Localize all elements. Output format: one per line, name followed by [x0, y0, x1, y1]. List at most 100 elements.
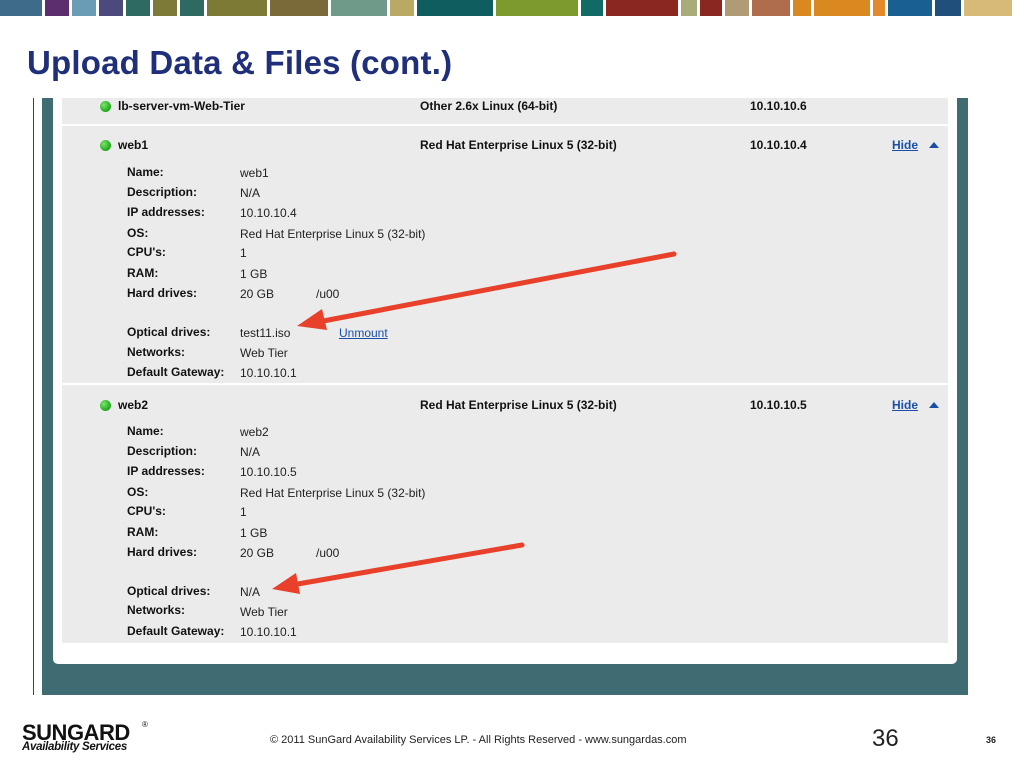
detail-value-ram: 1 GB	[240, 526, 268, 540]
stripe-segment	[390, 0, 414, 16]
stripe-segment	[99, 0, 123, 16]
stripe-segment	[725, 0, 749, 16]
vm-name: web1	[118, 138, 149, 152]
collapse-arrow-icon[interactable]	[929, 402, 939, 408]
status-online-icon	[100, 101, 111, 112]
detail-value-ram: 1 GB	[240, 267, 268, 281]
vm-name: lb-server-vm-Web-Tier	[118, 99, 245, 113]
stripe-segment	[45, 0, 69, 16]
stripe-segment	[873, 0, 885, 16]
detail-value-name: web2	[240, 425, 269, 439]
detail-label-cpu: CPU's:	[127, 245, 166, 259]
page-number: 36	[872, 725, 899, 752]
detail-value-networks: Web Tier	[240, 346, 288, 360]
stripe-segment	[888, 0, 932, 16]
detail-value-ip: 10.10.10.5	[240, 465, 297, 479]
stripe-segment	[964, 0, 1012, 16]
stripe-segment	[752, 0, 790, 16]
status-online-icon	[100, 400, 111, 411]
detail-label-os: OS:	[127, 226, 149, 240]
stripe-segment	[331, 0, 387, 16]
detail-value-optical: test11.iso	[240, 326, 291, 340]
detail-value-description: N/A	[240, 186, 261, 200]
detail-label-gateway: Default Gateway:	[127, 624, 225, 638]
frame-left-border	[33, 98, 34, 695]
detail-value-hd-size: 20 GB	[240, 287, 275, 301]
detail-value-os: Red Hat Enterprise Linux 5 (32-bit)	[240, 227, 426, 241]
detail-label-hard-drives: Hard drives:	[127, 545, 198, 559]
logo-registered-mark: ®	[142, 720, 148, 729]
stripe-segment	[207, 0, 267, 16]
logo-subtitle: Availability Services	[22, 741, 127, 753]
detail-value-name: web1	[240, 166, 269, 180]
hide-details-link[interactable]: Hide	[892, 138, 918, 152]
detail-label-description: Description:	[127, 185, 198, 199]
detail-value-networks: Web Tier	[240, 605, 288, 619]
detail-label-name: Name:	[127, 165, 164, 179]
detail-value-hd-mount: /u00	[316, 546, 340, 560]
slide-title: Upload Data & Files (cont.)	[27, 44, 453, 81]
vm-name: web2	[118, 398, 149, 412]
vm-ip: 10.10.10.4	[750, 138, 807, 152]
vm-ip: 10.10.10.6	[750, 99, 807, 113]
stripe-segment	[126, 0, 150, 16]
stripe-segment	[814, 0, 870, 16]
page-number-small: 36	[986, 735, 997, 745]
stripe-segment	[581, 0, 603, 16]
detail-value-description: N/A	[240, 445, 261, 459]
detail-label-networks: Networks:	[127, 345, 186, 359]
stripe-segment	[180, 0, 204, 16]
detail-value-ip: 10.10.10.4	[240, 206, 297, 220]
row-divider	[62, 383, 948, 385]
detail-label-networks: Networks:	[127, 603, 186, 617]
status-online-icon	[100, 140, 111, 151]
stripe-segment	[606, 0, 678, 16]
vm-list: lb-server-vm-Web-Tier Other 2.6x Linux (…	[62, 98, 948, 643]
detail-label-description: Description:	[127, 444, 198, 458]
copyright-text: © 2011 SunGard Availability Services LP.…	[270, 734, 687, 746]
detail-value-cpu: 1	[240, 246, 247, 260]
detail-value-gateway: 10.10.10.1	[240, 366, 297, 380]
stripe-segment	[935, 0, 961, 16]
detail-value-optical: N/A	[240, 585, 261, 599]
detail-label-gateway: Default Gateway:	[127, 365, 225, 379]
stripe-segment	[700, 0, 722, 16]
detail-label-cpu: CPU's:	[127, 504, 166, 518]
stripe-segment	[153, 0, 177, 16]
color-stripe	[0, 0, 1024, 16]
stripe-segment	[270, 0, 328, 16]
detail-label-optical: Optical drives:	[127, 584, 211, 598]
hide-details-link[interactable]: Hide	[892, 398, 918, 412]
detail-label-name: Name:	[127, 424, 164, 438]
detail-label-ip: IP addresses:	[127, 205, 205, 219]
detail-value-os: Red Hat Enterprise Linux 5 (32-bit)	[240, 486, 426, 500]
vm-list-panel: lb-server-vm-Web-Tier Other 2.6x Linux (…	[53, 98, 957, 664]
detail-value-hd-size: 20 GB	[240, 546, 275, 560]
sungard-logo: SUNGARD ® Availability Services	[22, 720, 152, 756]
unmount-link[interactable]: Unmount	[339, 326, 388, 340]
stripe-segment	[72, 0, 96, 16]
collapse-arrow-icon[interactable]	[929, 142, 939, 148]
detail-label-hard-drives: Hard drives:	[127, 286, 198, 300]
stripe-segment	[681, 0, 697, 16]
detail-label-os: OS:	[127, 485, 149, 499]
vm-os: Red Hat Enterprise Linux 5 (32-bit)	[420, 398, 617, 412]
vm-os: Other 2.6x Linux (64-bit)	[420, 99, 558, 113]
detail-label-ram: RAM:	[127, 525, 159, 539]
vm-row-web2[interactable]: web2 Red Hat Enterprise Linux 5 (32-bit)…	[62, 397, 948, 417]
detail-value-gateway: 10.10.10.1	[240, 625, 297, 639]
row-divider	[62, 124, 948, 126]
vm-ip: 10.10.10.5	[750, 398, 807, 412]
vm-row-web1[interactable]: web1 Red Hat Enterprise Linux 5 (32-bit)…	[62, 137, 948, 157]
stripe-segment	[496, 0, 578, 16]
detail-value-cpu: 1	[240, 505, 247, 519]
stripe-segment	[417, 0, 493, 16]
detail-value-hd-mount: /u00	[316, 287, 340, 301]
stripe-segment	[0, 0, 42, 16]
detail-label-ip: IP addresses:	[127, 464, 205, 478]
detail-label-optical: Optical drives:	[127, 325, 211, 339]
detail-label-ram: RAM:	[127, 266, 159, 280]
vm-row-lb-server[interactable]: lb-server-vm-Web-Tier Other 2.6x Linux (…	[62, 98, 948, 118]
stripe-segment	[793, 0, 811, 16]
vm-os: Red Hat Enterprise Linux 5 (32-bit)	[420, 138, 617, 152]
